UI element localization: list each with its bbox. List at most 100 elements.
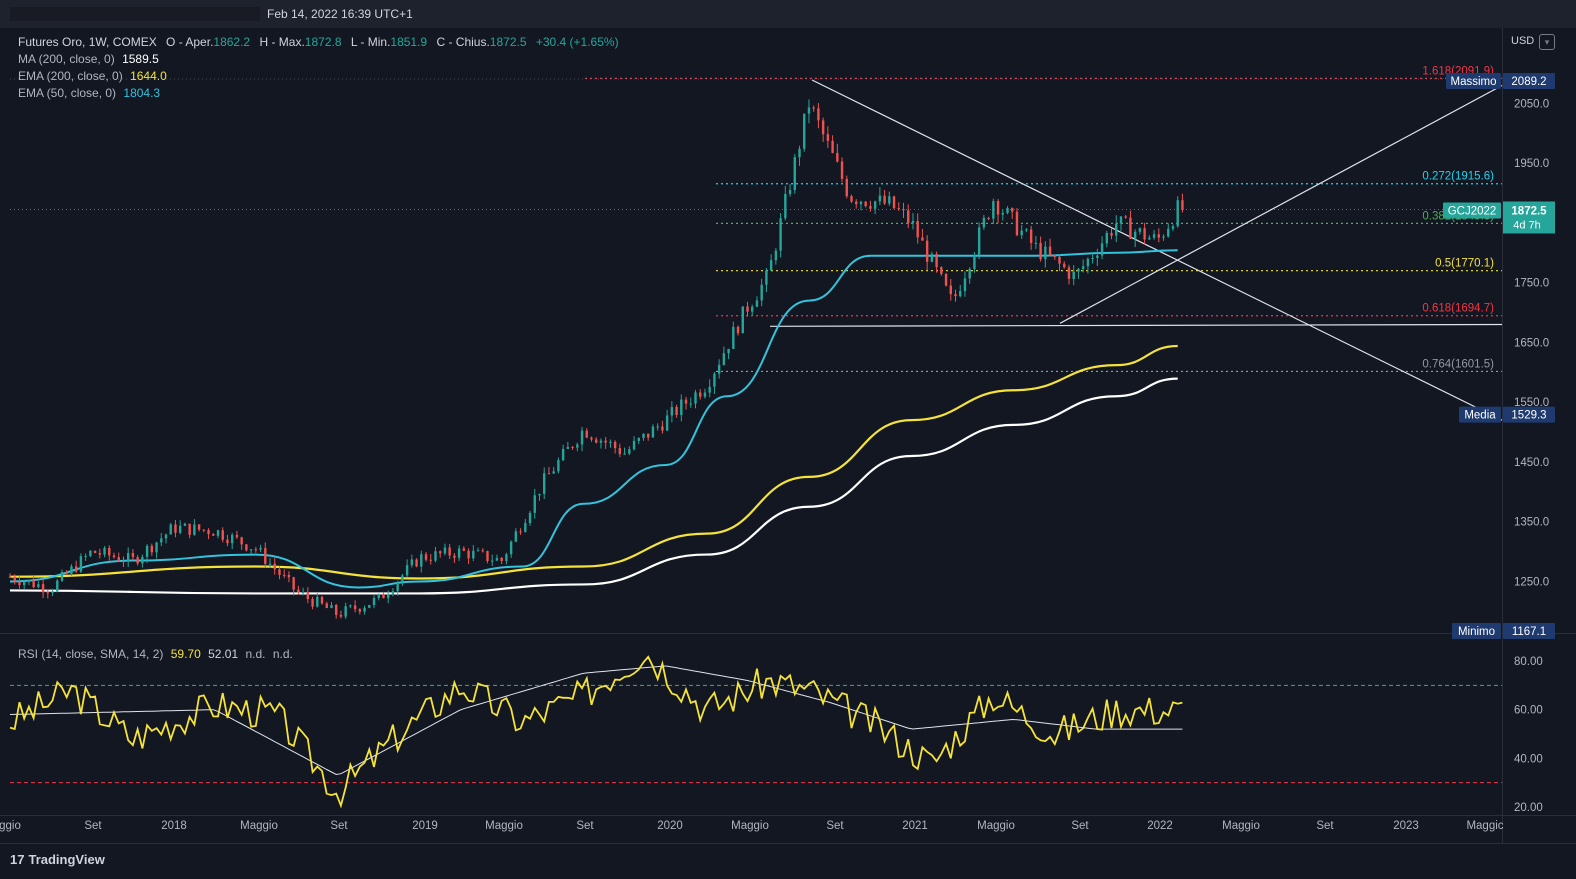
candle-body <box>557 460 560 472</box>
candle-body <box>155 542 158 553</box>
candle-body <box>509 541 513 555</box>
ema200-value: 1644.0 <box>130 69 167 83</box>
high-value: 1872.8 <box>304 35 342 49</box>
ema200-legend[interactable]: EMA (200, close, 0) 1644.0 <box>18 69 167 83</box>
open-label: O - Aper. <box>166 35 214 49</box>
candle-body <box>888 196 891 204</box>
candle-body <box>812 107 815 109</box>
candle-body <box>760 284 763 301</box>
candle-body <box>878 195 882 202</box>
candle-body <box>699 392 702 397</box>
last-price-text: 1872.5 <box>1511 205 1547 217</box>
candle-body <box>576 444 579 448</box>
candle-body <box>320 596 324 604</box>
candle-body <box>1044 246 1047 260</box>
minimo-label-badge-text: Minimo <box>1458 626 1495 638</box>
ma200-value: 1589.5 <box>122 52 159 66</box>
time-tick-18: Maggic <box>1466 820 1503 832</box>
candle-body <box>859 201 863 205</box>
candle-body <box>268 563 272 565</box>
candle-body <box>391 591 395 595</box>
candle-body <box>1124 216 1127 218</box>
time-tick-10: Set <box>826 820 844 832</box>
candle-body <box>358 609 362 612</box>
candle-body <box>396 582 399 592</box>
candle-body <box>987 217 990 219</box>
ema50-legend[interactable]: EMA (50, close, 0) 1804.3 <box>18 86 160 100</box>
candle-body <box>1100 243 1104 256</box>
candle-body <box>89 550 92 556</box>
candle-body <box>353 605 357 610</box>
media-value-badge: 1529.3 <box>1503 406 1555 423</box>
candle-body <box>481 550 484 552</box>
candle-body <box>954 294 957 297</box>
rsi-label: RSI (14, close, SMA, 14, 2) <box>18 647 164 661</box>
candle <box>892 195 896 210</box>
candle-body <box>873 201 877 209</box>
candle-body <box>259 547 262 550</box>
timestamp: Feb 14, 2022 16:39 UTC+1 <box>267 7 413 21</box>
candle-body <box>169 524 172 535</box>
candle-body <box>1171 226 1175 229</box>
rsi-tick-2: 40.00 <box>1514 753 1543 765</box>
candle-body <box>297 589 300 593</box>
candle-body <box>585 430 588 438</box>
candle-body <box>864 201 867 207</box>
candle-body <box>429 559 432 561</box>
tradingview-logo[interactable]: 17 TradingView <box>10 852 105 867</box>
candle-body <box>595 439 598 443</box>
candle-body <box>183 523 187 526</box>
candle-body <box>13 576 16 582</box>
candle-body <box>382 594 385 599</box>
candle-body <box>339 614 343 617</box>
time-tick-6: Maggio <box>485 820 523 832</box>
fib-label-5: 0.764(1601.5) <box>1422 358 1494 370</box>
brand-name: TradingView <box>28 852 105 867</box>
candle-body <box>1143 228 1146 240</box>
time-tick-2: 2018 <box>161 820 187 832</box>
candle-body <box>202 529 206 531</box>
redacted-area <box>10 7 260 21</box>
candle <box>741 306 744 334</box>
chevron-down-icon[interactable]: ▾ <box>1539 34 1555 50</box>
candle-body <box>387 594 390 599</box>
candle-body <box>273 563 276 570</box>
fib-label-3: 0.5(1770.1) <box>1435 258 1494 270</box>
candle-body <box>136 557 139 564</box>
ma200-legend[interactable]: MA (200, close, 0) 1589.5 <box>18 52 159 66</box>
massimo-value-badge-text: 2089.2 <box>1511 76 1546 88</box>
minimo-label-badge: Minimo <box>1452 623 1501 639</box>
rsi-legend[interactable]: RSI (14, close, SMA, 14, 2) 59.70 52.01 … <box>18 647 293 661</box>
candle-body <box>126 553 130 562</box>
currency-label-text: USD <box>1511 35 1535 47</box>
rsi-value: 59.70 <box>170 647 201 661</box>
candle-body <box>855 201 858 205</box>
candle <box>56 578 59 593</box>
candle-body <box>1091 257 1094 259</box>
candle-body <box>1034 242 1038 244</box>
candle-body <box>571 446 574 448</box>
candle-body <box>491 560 494 562</box>
low-label: L - Min. <box>350 35 391 49</box>
tradingview-icon: 17 <box>10 852 25 867</box>
candle-body <box>467 550 470 559</box>
candle-body <box>372 597 376 606</box>
time-tick-15: Maggio <box>1222 820 1260 832</box>
change-value: +30.4 (+1.65%) <box>535 35 619 49</box>
rsi-tick-1: 60.00 <box>1514 705 1543 717</box>
candle-body <box>1129 217 1132 239</box>
candle-body <box>765 270 768 285</box>
candle-body <box>736 326 740 334</box>
candle-body <box>405 565 409 576</box>
time-tick-4: Set <box>330 820 348 832</box>
candle-body <box>845 178 848 197</box>
candle-body <box>439 551 442 554</box>
candle-body <box>108 548 111 556</box>
candle-body <box>1006 208 1009 213</box>
currency-label[interactable]: USD <box>1511 35 1534 47</box>
candle-body <box>150 545 154 553</box>
chart-canvas[interactable]: 1.618(2091.9)0.272(1915.6)0.382(1849.3)0… <box>0 28 1576 843</box>
candle-body <box>798 148 801 158</box>
candle-body <box>675 406 678 415</box>
candle-body <box>722 353 726 365</box>
